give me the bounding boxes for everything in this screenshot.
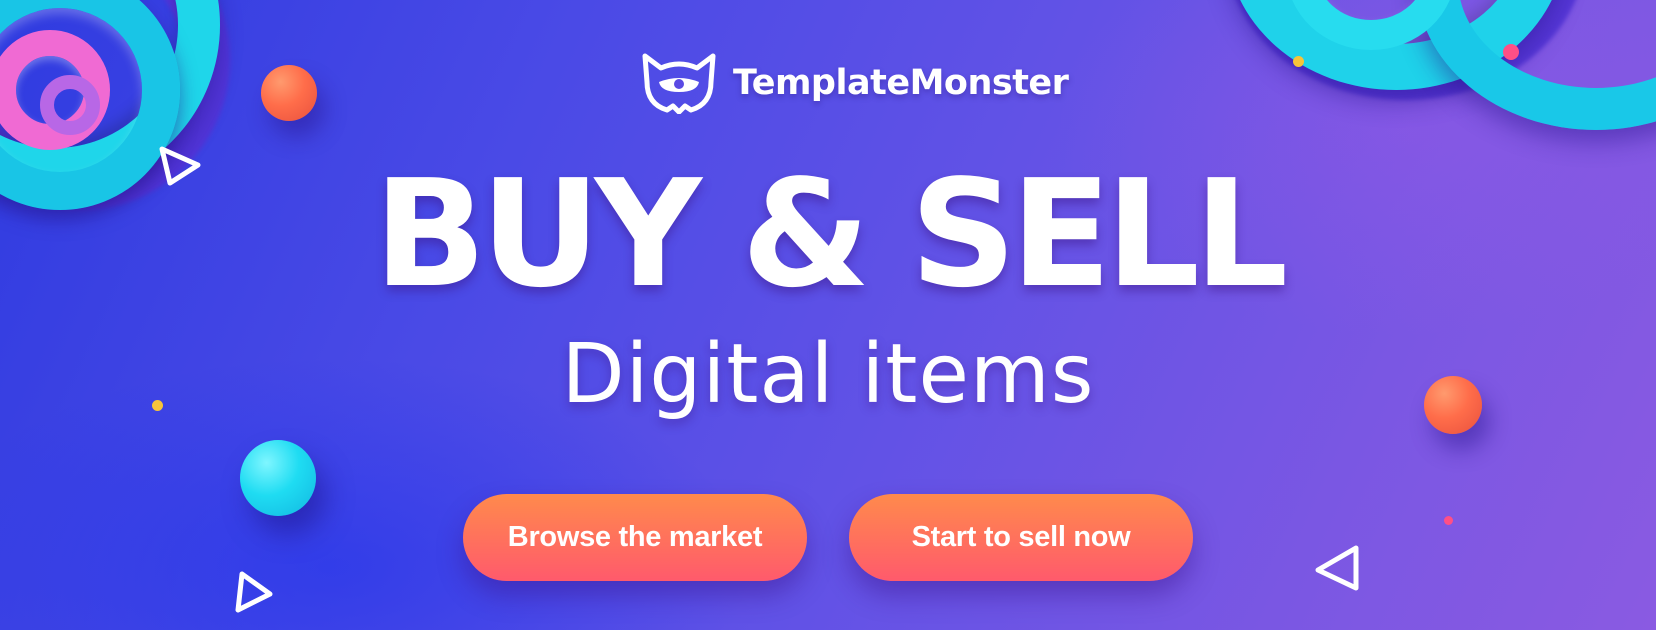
hero-banner: TemplateMonster BUY & SELL Digital items… [0, 0, 1656, 630]
monster-face-icon [642, 53, 716, 114]
pink-dot-icon [1503, 44, 1519, 60]
cyan-sphere-icon [240, 440, 316, 516]
headline: BUY & SELL [373, 148, 1289, 320]
triangle-outline-icon [235, 571, 273, 613]
start-selling-button[interactable]: Start to sell now [849, 494, 1193, 581]
swirl-decoration-top-left-inner [40, 75, 100, 135]
triangle-outline-icon [1315, 545, 1359, 591]
brand-logo[interactable]: TemplateMonster [639, 53, 1069, 114]
orange-sphere-icon [261, 65, 317, 121]
browse-market-button[interactable]: Browse the market [463, 494, 807, 581]
brand-name: TemplateMonster [733, 63, 1069, 103]
pink-dot-icon [1444, 516, 1453, 525]
subheadline: Digital items [561, 327, 1095, 422]
yellow-dot-icon [1293, 56, 1304, 67]
